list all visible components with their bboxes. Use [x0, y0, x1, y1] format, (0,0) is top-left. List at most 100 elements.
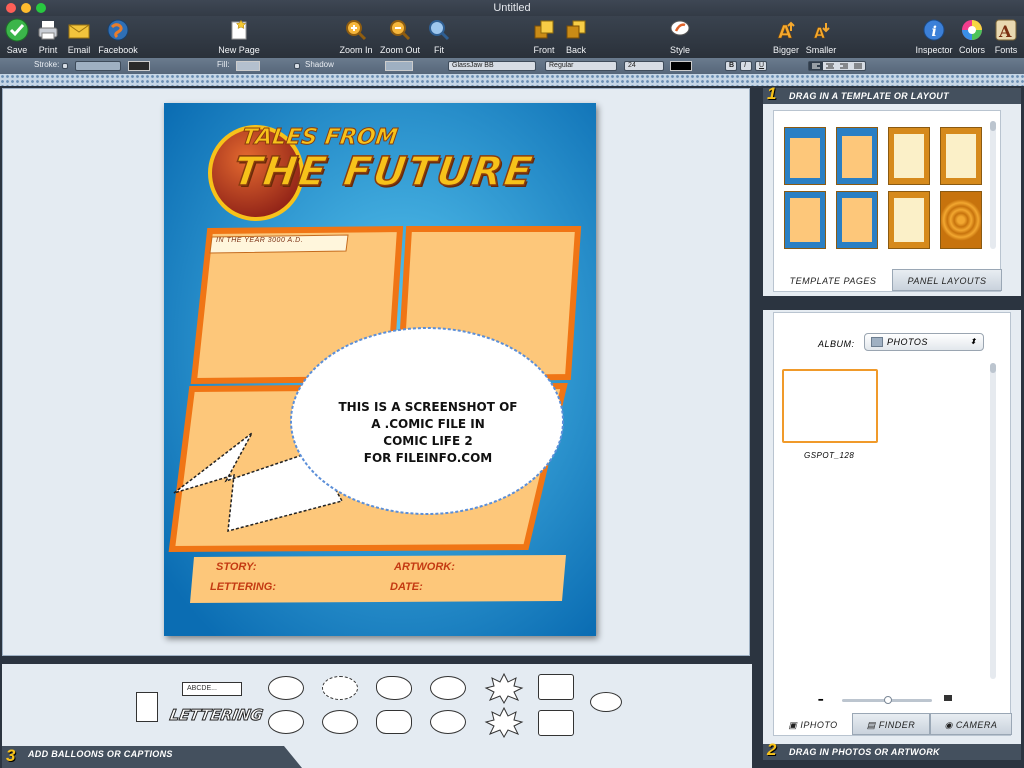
- stroke-color-well[interactable]: [128, 61, 150, 71]
- send-back-icon: [563, 17, 589, 43]
- small-thumb-icon: ▪▪▪: [818, 697, 824, 704]
- bigger-button[interactable]: A Bigger: [768, 16, 804, 58]
- template-thumb-3[interactable]: [888, 127, 930, 185]
- lettering-label[interactable]: LETTERING:: [210, 581, 276, 593]
- date-label[interactable]: DATE:: [390, 581, 423, 593]
- balloon-text[interactable]: THIS IS A SCREENSHOT OF A .COMIC FILE IN…: [306, 399, 550, 467]
- tab-template-pages[interactable]: TEMPLATE PAGES: [774, 269, 892, 291]
- close-window-button[interactable]: [6, 3, 16, 13]
- balloon-whisper[interactable]: [322, 676, 358, 700]
- info-icon: i: [921, 17, 947, 43]
- format-bar: Stroke: Fill: Shadow GlassJaw BB Regular…: [0, 58, 1024, 74]
- balloon-scalloped[interactable]: [322, 710, 358, 734]
- album-select-value: PHOTOS: [887, 337, 928, 347]
- thumbnail-size-slider[interactable]: [842, 696, 932, 704]
- title-line-1[interactable]: TALES FROM: [240, 125, 400, 151]
- template-thumb-7[interactable]: [888, 191, 930, 249]
- photo-thumb[interactable]: [782, 369, 878, 443]
- back-button[interactable]: Back: [562, 16, 590, 58]
- artwork-label[interactable]: ARTWORK:: [394, 561, 455, 573]
- facebook-button[interactable]: Facebook: [96, 16, 140, 58]
- tab-iphoto[interactable]: ▣ IPHOTO: [774, 713, 852, 735]
- font-style-select[interactable]: Regular: [545, 61, 617, 71]
- new-page-button[interactable]: New Page: [214, 16, 264, 58]
- colors-button[interactable]: Colors: [956, 16, 988, 58]
- zoom-window-button[interactable]: [36, 3, 46, 13]
- style-button[interactable]: Style: [666, 16, 694, 58]
- bold-button[interactable]: B: [725, 61, 737, 71]
- balloon-oval[interactable]: [268, 676, 304, 700]
- slider-knob[interactable]: [884, 696, 892, 704]
- balloon-round-2[interactable]: [430, 710, 466, 734]
- italic-button[interactable]: I: [740, 61, 752, 71]
- album-label: ALBUM:: [818, 339, 855, 349]
- template-thumb-2[interactable]: [836, 127, 878, 185]
- font-name-select[interactable]: GlassJaw BB: [448, 61, 536, 71]
- title-bar: Untitled: [0, 0, 1024, 16]
- photos-panel-header: 2 DRAG IN PHOTOS OR ARTWORK: [763, 740, 1021, 760]
- photo-name: GSPOT_128: [804, 451, 855, 460]
- shadow-color-well[interactable]: [385, 61, 413, 71]
- balloon-box-2[interactable]: [538, 710, 574, 736]
- stroke-checkbox[interactable]: [62, 63, 68, 69]
- stroke-width-select[interactable]: [75, 61, 121, 71]
- template-thumb-4[interactable]: [940, 127, 982, 185]
- zoom-in-button[interactable]: Zoom In: [336, 16, 376, 58]
- panel-number-3: 3: [6, 746, 16, 765]
- balloon-box[interactable]: [538, 674, 574, 700]
- balloon-oval-2[interactable]: [268, 710, 304, 734]
- template-thumb-1[interactable]: [784, 127, 826, 185]
- new-page-icon: [226, 17, 252, 43]
- smaller-button[interactable]: A Smaller: [804, 16, 838, 58]
- comic-page[interactable]: TALES FROM THE FUTURE IN THE YEAR 3000 A…: [164, 103, 596, 636]
- album-icon: [871, 337, 883, 347]
- template-scrollbar[interactable]: [990, 121, 996, 249]
- brush-icon: [667, 17, 693, 43]
- photos-scrollbar[interactable]: [990, 363, 996, 679]
- font-size-select[interactable]: 24: [624, 61, 664, 71]
- template-thumb-5[interactable]: [784, 191, 826, 249]
- save-button[interactable]: Save: [2, 16, 32, 58]
- text-color-well[interactable]: [670, 61, 692, 71]
- tab-panel-layouts[interactable]: PANEL LAYOUTS: [892, 269, 1002, 291]
- balloon-add[interactable]: [590, 692, 622, 712]
- email-button[interactable]: Email: [64, 16, 94, 58]
- underline-button[interactable]: U: [755, 61, 767, 71]
- fill-color-well[interactable]: [236, 61, 260, 71]
- print-button[interactable]: Print: [34, 16, 62, 58]
- template-thumb-8[interactable]: [940, 191, 982, 249]
- album-select[interactable]: PHOTOS ⬍: [864, 333, 984, 351]
- rectangle-caption[interactable]: [136, 692, 158, 722]
- globe-icon: [105, 17, 131, 43]
- title-line-2[interactable]: THE FUTURE: [230, 148, 538, 196]
- tab-camera[interactable]: ◉ CAMERA: [930, 713, 1012, 735]
- caption-sample[interactable]: ABCDE...: [182, 682, 242, 696]
- balloons-header-text: ADD BALLOONS OR CAPTIONS: [28, 749, 173, 759]
- shadow-checkbox[interactable]: [294, 63, 300, 69]
- story-label[interactable]: STORY:: [216, 561, 257, 573]
- front-button[interactable]: Front: [528, 16, 560, 58]
- fonts-button[interactable]: A Fonts: [990, 16, 1022, 58]
- inspector-button[interactable]: i Inspector: [914, 16, 954, 58]
- balloon-round[interactable]: [430, 676, 466, 700]
- minimize-window-button[interactable]: [21, 3, 31, 13]
- lettering-sample[interactable]: LETTERING: [168, 706, 265, 725]
- balloon-burst-2[interactable]: [484, 706, 524, 743]
- tab-finder[interactable]: ▤ FINDER: [852, 713, 930, 735]
- shadow-label: Shadow: [305, 60, 334, 69]
- large-thumb-icon: [944, 695, 952, 701]
- balloon-burst[interactable]: [484, 672, 524, 709]
- balloon-thought[interactable]: [376, 676, 412, 700]
- fit-button[interactable]: Fit: [426, 16, 452, 58]
- balloon-rounded-rect[interactable]: [376, 710, 412, 734]
- panel-number-2: 2: [767, 740, 777, 759]
- photos-browser: ALBUM: PHOTOS ⬍ GSPOT_128 ▪▪▪ ▣ IPHOTO ▤…: [773, 312, 1012, 736]
- caption-text[interactable]: IN THE YEAR 3000 A.D.: [216, 237, 303, 244]
- photos-header-text: DRAG IN PHOTOS OR ARTWORK: [789, 747, 940, 757]
- photos-panel: ALBUM: PHOTOS ⬍ GSPOT_128 ▪▪▪ ▣ IPHOTO ▤…: [763, 310, 1021, 760]
- alignment-segmented-control[interactable]: [808, 61, 866, 71]
- template-thumb-6[interactable]: [836, 191, 878, 249]
- balloons-panel-header: 3 ADD BALLOONS OR CAPTIONS: [2, 746, 302, 768]
- zoom-out-button[interactable]: Zoom Out: [378, 16, 422, 58]
- panel-number-1: 1: [767, 84, 777, 103]
